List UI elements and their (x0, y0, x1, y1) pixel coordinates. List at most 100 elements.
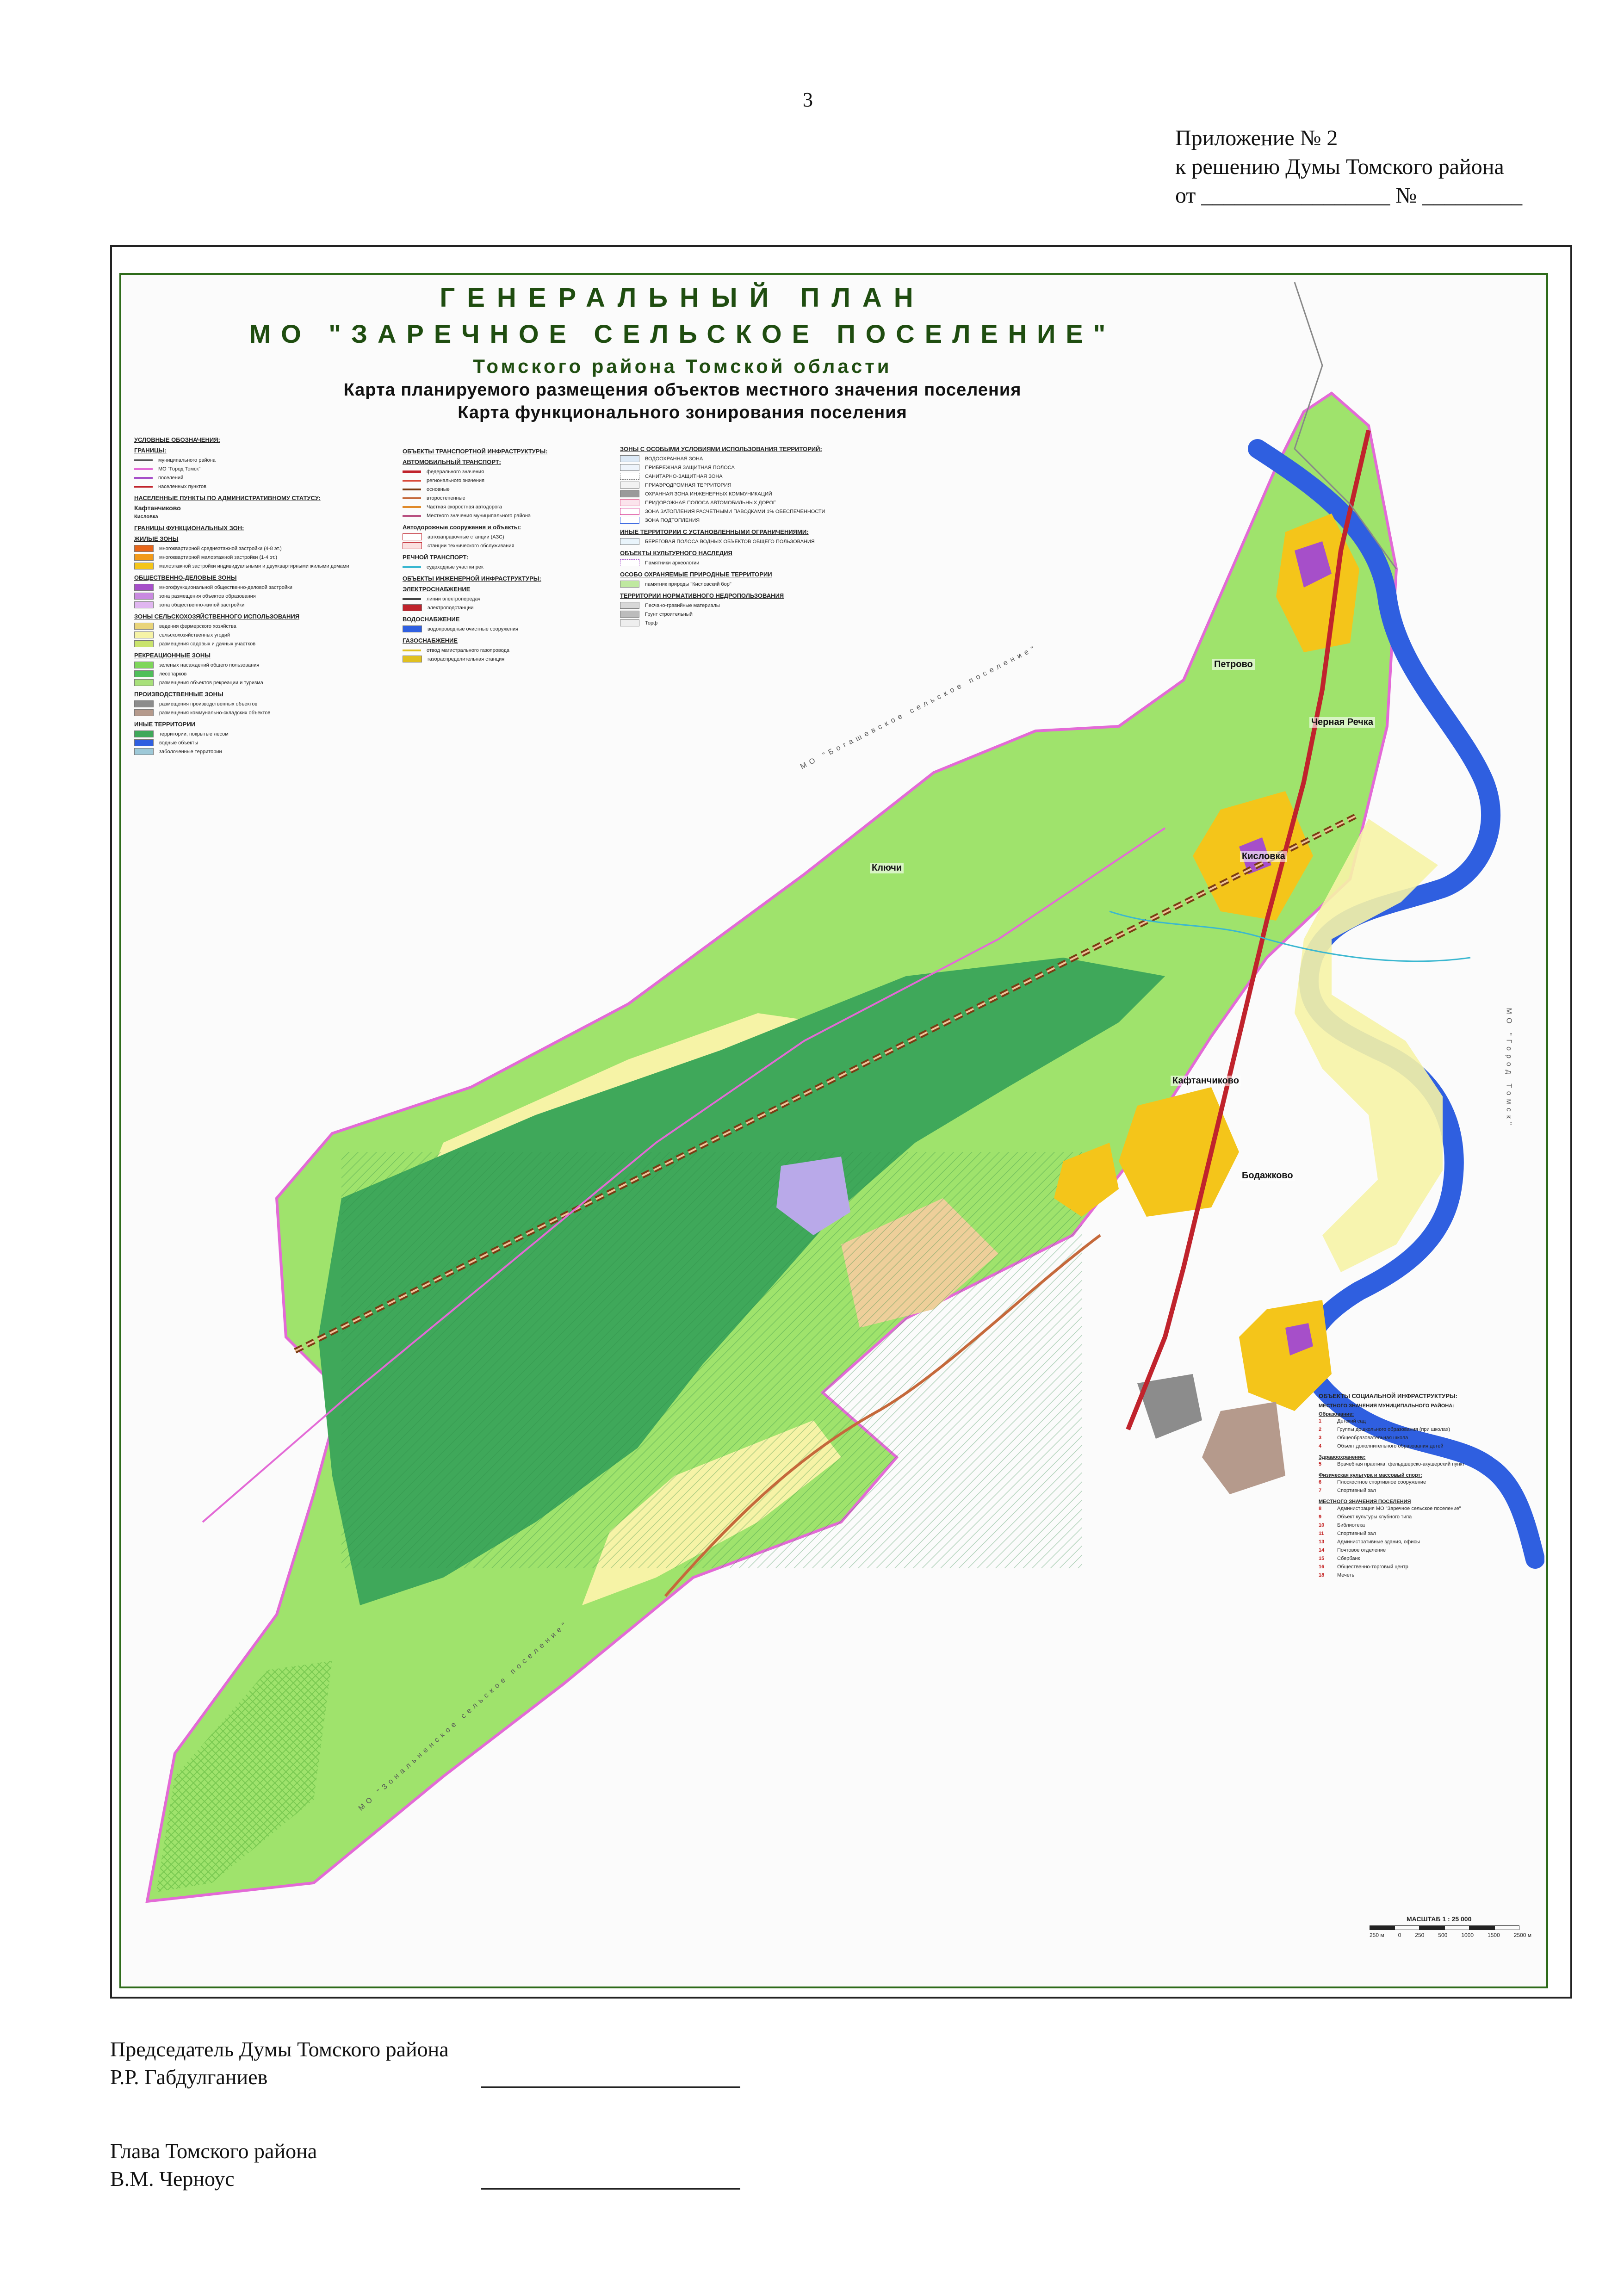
legend-middle: ОБЪЕКТЫ ТРАНСПОРТНОЙ ИНФРАСТРУКТУРЫ: АВТ… (403, 444, 606, 663)
legend-item: федерального значения (403, 467, 606, 476)
social-item: 1 Детский сад (1319, 1418, 1366, 1424)
legend-item: Местного значения муниципального района (403, 511, 606, 520)
legend-item: зона размещения объектов образования (134, 592, 398, 600)
social-heading: ОБЪЕКТЫ СОЦИАЛЬНОЙ ИНФРАСТРУКТУРЫ: (1319, 1392, 1457, 1399)
legend-item: основные (403, 485, 606, 494)
legend-item: зеленых насаждений общего пользования (134, 661, 398, 669)
legend-symbol (403, 625, 422, 632)
legend-item: территории, покрытые лесом (134, 730, 398, 738)
legend-item: Памятники археологии (620, 558, 898, 567)
legend-swatch (134, 739, 154, 746)
social-subheading: МЕСТНОГО ЗНАЧЕНИЯ ПОСЕЛЕНИЯ (1319, 1499, 1411, 1504)
legend-item: электроподстанции (403, 603, 606, 612)
legend-swatch (134, 640, 154, 647)
legend-heading: ОБЩЕСТВЕННО-ДЕЛОВЫЕ ЗОНЫ (134, 574, 237, 581)
legend-heading: Автодорожные сооружения и объекты: (403, 524, 521, 531)
legend-item: второстепенные (403, 494, 606, 502)
legend-item: ПРИАЭРОДРОМНАЯ ТЕРРИТОРИЯ (620, 481, 898, 489)
legend-item: водные объекты (134, 738, 398, 747)
legend-item: размещения производственных объектов (134, 699, 398, 708)
social-item: 3 Общеобразовательная школа (1319, 1435, 1408, 1441)
legend-swatch (620, 490, 639, 497)
legend-line (403, 598, 421, 600)
legend-item: отвод магистрального газопровода (403, 646, 606, 655)
page-number: 3 (803, 88, 813, 111)
legend-item: станции технического обслуживания (403, 541, 606, 550)
legend-heading: АВТОМОБИЛЬНЫЙ ТРАНСПОРТ: (403, 458, 501, 465)
legend-swatch (620, 619, 639, 626)
legend-heading: ПРОИЗВОДСТВЕННЫЕ ЗОНЫ (134, 691, 223, 698)
legend-item: БЕРЕГОВАЯ ПОЛОСА ВОДНЫХ ОБЪЕКТОВ ОБЩЕГО … (620, 537, 898, 546)
legend-swatch (620, 559, 639, 566)
legend-item: Торф (620, 619, 898, 627)
legend-swatch (134, 662, 154, 668)
legend-swatch (134, 709, 154, 716)
legend-swatch (620, 581, 639, 588)
legend-item: газораспределительная станция (403, 655, 606, 663)
legend-heading: ГРАНИЦЫ: (134, 447, 167, 454)
legend-heading: ЗОНЫ С ОСОБЫМИ УСЛОВИЯМИ ИСПОЛЬЗОВАНИЯ Т… (620, 446, 822, 452)
legend-swatch (620, 538, 639, 545)
legend-heading: ИНЫЕ ТЕРРИТОРИИ (134, 721, 196, 728)
legend-heading: ОБЪЕКТЫ ТРАНСПОРТНОЙ ИНФРАСТРУКТУРЫ: (403, 448, 548, 455)
legend-item: многофункциональной общественно-деловой … (134, 583, 398, 592)
social-item: 15 Сбербанк (1319, 1556, 1360, 1561)
legend-swatch (620, 517, 639, 524)
social-item: 16 Общественно-торговый центр (1319, 1564, 1408, 1570)
legend-heading: ЭЛЕКТРОСНАБЖЕНИЕ (403, 586, 471, 593)
legend-item: населенных пунктов (134, 482, 398, 491)
map-name-1: Карта планируемого размещения объектов м… (343, 380, 1022, 400)
legend-line (403, 506, 421, 508)
map-title-block: ГЕНЕРАЛЬНЫЙ ПЛАН МО "ЗАРЕЧНОЕ СЕЛЬСКОЕ П… (185, 282, 1180, 423)
legend-heading: ЗОНЫ СЕЛЬСКОХОЗЯЙСТВЕННОГО ИСПОЛЬЗОВАНИЯ (134, 613, 300, 620)
place-label-petrovo: Петрово (1212, 659, 1255, 670)
legend-line (403, 497, 421, 499)
legend-item: автозаправочные станции (АЗС) (403, 532, 606, 541)
legend-line (403, 514, 421, 517)
legend-item: судоходные участки рек (403, 563, 606, 571)
scale-ticks: 250 м 0 250 500 1000 1500 2500 м (1370, 1932, 1532, 1938)
legend-item: размещения коммунально-складских объекто… (134, 708, 398, 717)
social-subheading: МЕСТНОГО ЗНАЧЕНИЯ МУНИЦИПАЛЬНОГО РАЙОНА: (1319, 1403, 1454, 1409)
legend-line (134, 477, 153, 479)
legend-item: малоэтажной застройки индивидуальными и … (134, 562, 398, 570)
legend-swatch (134, 545, 154, 552)
social-item: 4 Объект дополнительного образования дете… (1319, 1443, 1444, 1449)
legend-line (134, 459, 153, 461)
legend-item: регионального значения (403, 476, 606, 485)
scale-label: МАСШТАБ 1 : 25 000 (1407, 1915, 1472, 1923)
legend-heading: РЕКРЕАЦИОННЫЕ ЗОНЫ (134, 652, 211, 659)
signature-title: Председатель Думы Томского района (110, 2037, 449, 2061)
social-subheading: Физическая культура и массовый спорт: (1319, 1473, 1422, 1478)
legend-symbol (403, 533, 422, 540)
legend-heading: ИНЫЕ ТЕРРИТОРИИ С УСТАНОВЛЕННЫМИ ОГРАНИЧ… (620, 528, 809, 535)
legend-right: ЗОНЫ С ОСОБЫМИ УСЛОВИЯМИ ИСПОЛЬЗОВАНИЯ Т… (620, 442, 898, 627)
legend-item: Песчано-гравийные материалы (620, 601, 898, 610)
map-title: ГЕНЕРАЛЬНЫЙ ПЛАН (440, 283, 925, 313)
legend-item: водопроводные очистные сооружения (403, 625, 606, 633)
legend-heading: ГРАНИЦЫ ФУНКЦИОНАЛЬНЫХ ЗОН: (134, 525, 244, 532)
legend-item: муниципального района (134, 456, 398, 464)
legend-item: сельскохозяйственных угодий (134, 631, 398, 639)
social-subheading: Здравоохранение: (1319, 1454, 1366, 1460)
signature-title: Глава Томского района (110, 2139, 317, 2163)
legend-heading: ЖИЛЫЕ ЗОНЫ (134, 535, 179, 542)
legend-item: ведения фермерского хозяйства (134, 622, 398, 631)
map-subtitle: МО "ЗАРЕЧНОЕ СЕЛЬСКОЕ ПОСЕЛЕНИЕ" (249, 319, 1116, 348)
legend-heading: ТЕРРИТОРИИ НОРМАТИВНОГО НЕДРОПОЛЬЗОВАНИЯ (620, 592, 784, 599)
legend-line (134, 468, 153, 470)
legend-item: размещения садовых и дачных участков (134, 639, 398, 648)
social-item: 11 Спортивный зал (1319, 1531, 1376, 1536)
legend-swatch (134, 563, 154, 569)
legend-swatch (134, 748, 154, 755)
legend-heading: РЕЧНОЙ ТРАНСПОРТ: (403, 554, 469, 561)
legend-swatch (620, 499, 639, 506)
scale-bar: МАСШТАБ 1 : 25 000 250 м 0 250 500 1000 … (1370, 1915, 1531, 1938)
scale-graphic (1370, 1925, 1531, 1930)
place-label-bodazhkovo: Бодажково (1240, 1170, 1295, 1181)
legend-swatch (134, 593, 154, 600)
social-item: 13 Административные здания, офисы (1319, 1539, 1420, 1545)
legend-item: ПРИДОРОЖНАЯ ПОЛОСА АВТОМОБИЛЬНЫХ ДОРОГ (620, 498, 898, 507)
signature-block-1: Председатель Думы Томского района Р.Р. Г… (110, 2036, 449, 2091)
legend-item: ЗОНА ПОДТОПЛЕНИЯ (620, 516, 898, 525)
